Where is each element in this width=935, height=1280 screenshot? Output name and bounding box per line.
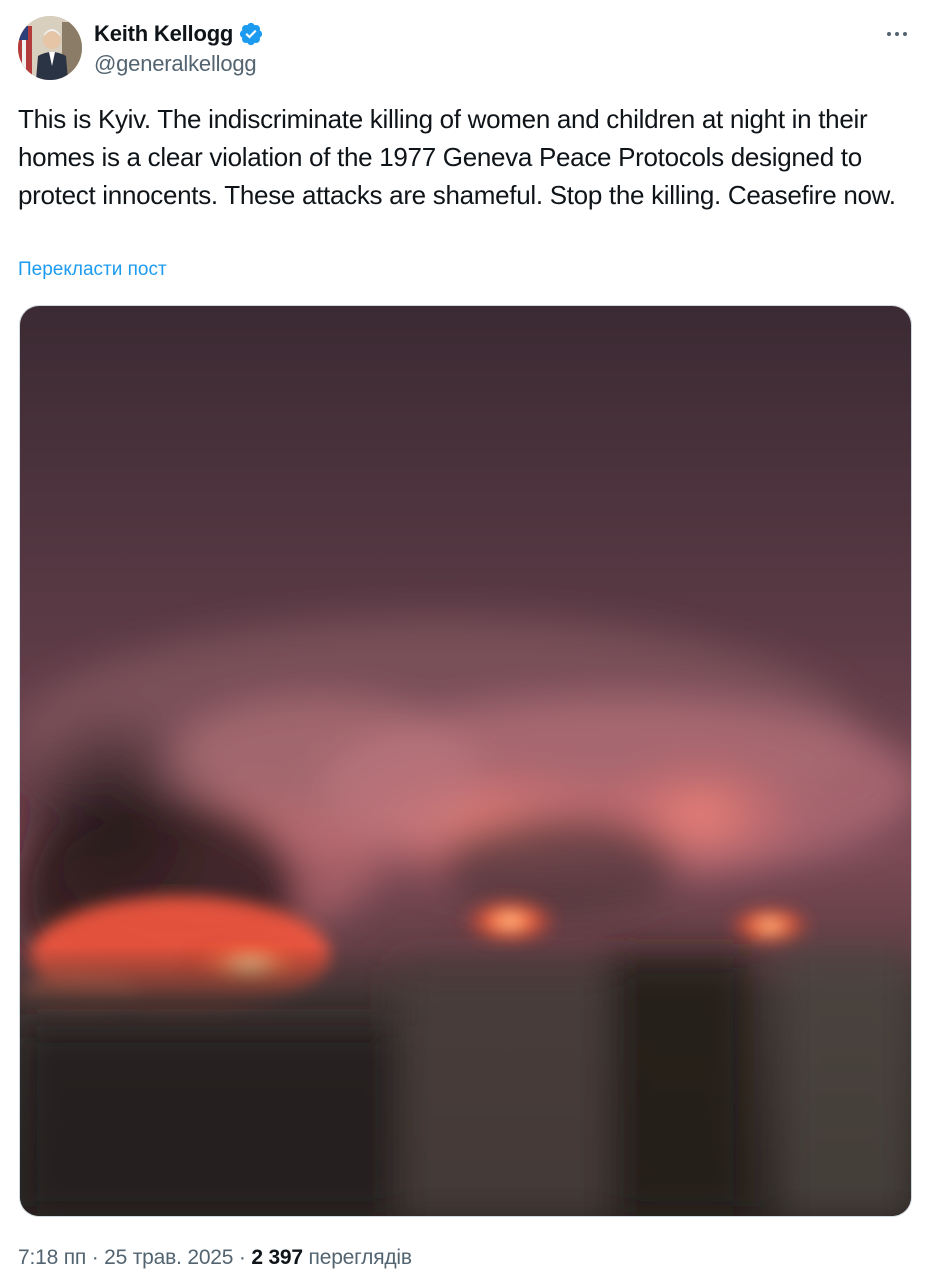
name-row: Keith Kellogg — [94, 20, 264, 48]
display-name[interactable]: Keith Kellogg — [94, 21, 233, 47]
tweet-header: Keith Kellogg @generalkellogg — [18, 16, 918, 82]
views-count: 2 397 — [251, 1246, 303, 1269]
dot-icon — [887, 32, 891, 36]
tweet-time[interactable]: 7:18 пп — [18, 1246, 86, 1269]
dot-icon — [895, 32, 899, 36]
handle[interactable]: @generalkellogg — [94, 51, 264, 77]
meta-separator: · — [238, 1246, 246, 1269]
tweet-date[interactable]: 25 трав. 2025 — [104, 1246, 233, 1269]
tweet-media-image[interactable] — [19, 305, 912, 1217]
meta-separator: · — [91, 1246, 99, 1269]
author-block: Keith Kellogg @generalkellogg — [94, 20, 264, 77]
translate-post-link[interactable]: Перекласти пост — [18, 259, 167, 281]
verified-badge-icon[interactable] — [238, 21, 264, 47]
dot-icon — [903, 32, 907, 36]
tweet-text: This is Kyiv. The indiscriminate killing… — [18, 104, 896, 210]
tweet-meta: 7:18 пп · 25 трав. 2025 · 2 397 перегляд… — [18, 1246, 412, 1270]
views-label: переглядів — [308, 1246, 413, 1269]
avatar[interactable] — [18, 16, 82, 80]
more-options-icon[interactable] — [882, 22, 912, 46]
